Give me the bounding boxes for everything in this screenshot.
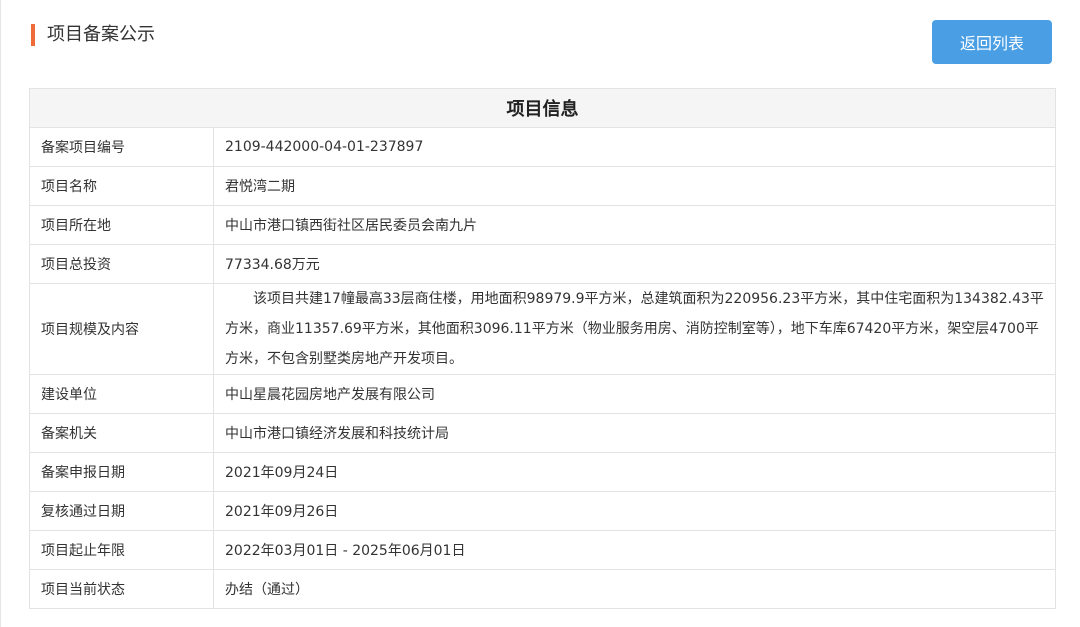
row-label: 项目起止年限 <box>29 530 214 570</box>
page-header: 项目备案公示 <box>31 24 155 46</box>
row-value: 2022年03月01日 - 2025年06月01日 <box>213 530 1056 570</box>
row-value: 中山市港口镇西街社区居民委员会南九片 <box>213 205 1056 245</box>
table-row: 复核通过日期 2021年09月26日 <box>29 491 1056 531</box>
table-row: 备案申报日期 2021年09月24日 <box>29 452 1056 492</box>
row-label: 备案项目编号 <box>29 127 214 167</box>
row-value: 2109-442000-04-01-237897 <box>213 127 1056 167</box>
title-accent-bar <box>31 24 35 46</box>
table-row: 项目总投资 77334.68万元 <box>29 244 1056 284</box>
back-to-list-button[interactable]: 返回列表 <box>932 20 1052 64</box>
row-label: 项目所在地 <box>29 205 214 245</box>
row-value: 2021年09月26日 <box>213 491 1056 531</box>
row-value: 该项目共建17幢最高33层商住楼，用地面积98979.9平方米，总建筑面积为22… <box>213 283 1056 375</box>
row-label: 备案机关 <box>29 413 214 453</box>
row-label: 建设单位 <box>29 374 214 414</box>
row-label: 复核通过日期 <box>29 491 214 531</box>
row-value: 中山市港口镇经济发展和科技统计局 <box>213 413 1056 453</box>
row-label: 项目总投资 <box>29 244 214 284</box>
project-info-table: 项目信息 备案项目编号 2109-442000-04-01-237897 项目名… <box>29 88 1056 609</box>
row-value: 2021年09月24日 <box>213 452 1056 492</box>
table-row: 建设单位 中山星晨花园房地产发展有限公司 <box>29 374 1056 414</box>
table-row: 项目起止年限 2022年03月01日 - 2025年06月01日 <box>29 530 1056 570</box>
table-row: 项目所在地 中山市港口镇西街社区居民委员会南九片 <box>29 205 1056 245</box>
table-row: 项目规模及内容 该项目共建17幢最高33层商住楼，用地面积98979.9平方米，… <box>29 283 1056 375</box>
table-header-row: 项目信息 <box>29 88 1056 128</box>
row-label: 项目名称 <box>29 166 214 206</box>
table-row: 备案机关 中山市港口镇经济发展和科技统计局 <box>29 413 1056 453</box>
row-value: 办结（通过） <box>213 569 1056 609</box>
page-title: 项目备案公示 <box>47 24 155 45</box>
table-row: 项目名称 君悦湾二期 <box>29 166 1056 206</box>
row-label: 项目规模及内容 <box>29 283 214 375</box>
page: 项目备案公示 返回列表 项目信息 备案项目编号 2109-442000-04-0… <box>0 0 1080 627</box>
table-heading: 项目信息 <box>29 88 1056 128</box>
row-value: 君悦湾二期 <box>213 166 1056 206</box>
row-label: 项目当前状态 <box>29 569 214 609</box>
table-row: 项目当前状态 办结（通过） <box>29 569 1056 609</box>
row-value: 77334.68万元 <box>213 244 1056 284</box>
row-label: 备案申报日期 <box>29 452 214 492</box>
row-value: 中山星晨花园房地产发展有限公司 <box>213 374 1056 414</box>
table-row: 备案项目编号 2109-442000-04-01-237897 <box>29 127 1056 167</box>
